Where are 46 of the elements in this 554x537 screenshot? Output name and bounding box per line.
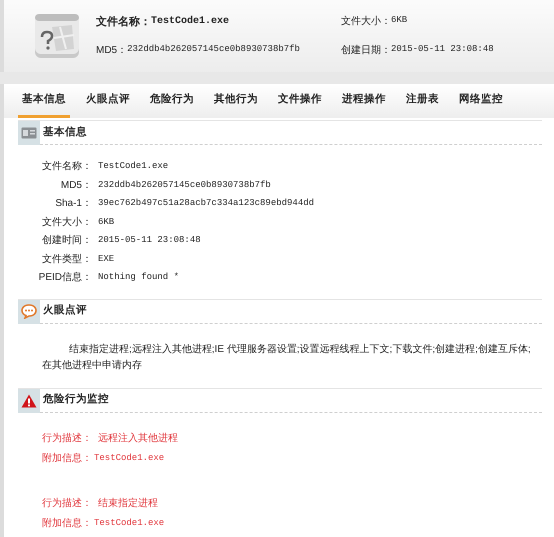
tab[interactable]: 网络监控 bbox=[455, 84, 507, 118]
tab[interactable]: 火眼点评 bbox=[82, 84, 134, 118]
behavior-description: 结束指定进程 bbox=[97, 496, 159, 510]
field-label: PEID信息： bbox=[38, 270, 92, 284]
field-label: 文件大小： bbox=[41, 216, 92, 229]
field-value: 39ec762b497c51a28acb7c334a123c89ebd944dd bbox=[98, 197, 316, 210]
field-value: 6KB bbox=[98, 216, 116, 228]
field-value: 232ddb4b262057145ce0b8930738b7fb bbox=[98, 178, 272, 192]
field-label: 文件类型： bbox=[41, 252, 92, 266]
unknown-file-icon bbox=[34, 13, 80, 59]
field-value: EXE bbox=[98, 252, 116, 266]
field-label: 创建时间： bbox=[41, 234, 92, 248]
behavior-description: 远程注入其他进程 bbox=[97, 432, 178, 446]
tab[interactable]: 文件操作 bbox=[274, 84, 326, 118]
field-label: MD5： bbox=[60, 178, 92, 192]
file-name-value: TestCode1.exe bbox=[151, 14, 230, 30]
created-date-value: 2015-05-11 23:08:48 bbox=[391, 42, 494, 56]
field-value: Nothing found * bbox=[98, 271, 180, 284]
section-title: 基本信息 bbox=[43, 124, 87, 140]
id-card-icon bbox=[21, 127, 37, 139]
section-title: 火眼点评 bbox=[43, 303, 87, 318]
comment-text: 结束指定进程;远程注入其他进程;IE 代理服务器设置;设置远程线程上下文;下载文件;创建进程;创建互斥体;在其他进程中申请内存 bbox=[41, 342, 532, 372]
extra-info-value: TestCode1.exe bbox=[94, 516, 164, 530]
section-title: 危险行为监控 bbox=[43, 392, 109, 408]
field-label: 文件名称： bbox=[41, 160, 92, 174]
tab[interactable]: 进程操作 bbox=[338, 84, 390, 118]
file-size-label: 文件大小： bbox=[341, 14, 391, 30]
extra-info-label: 附加信息： bbox=[42, 452, 93, 466]
behavior-label: 行为描述： bbox=[42, 496, 93, 510]
md5-value: 232ddb4b262057145ce0b8930738b7fb bbox=[127, 42, 300, 56]
tab[interactable]: 基本信息 bbox=[18, 84, 70, 118]
warning-icon bbox=[21, 394, 37, 408]
extra-info-label: 附加信息： bbox=[42, 516, 93, 530]
behavior-label: 行为描述： bbox=[42, 432, 93, 446]
field-label: Sha-1： bbox=[54, 197, 92, 210]
file-size-value: 6KB bbox=[391, 14, 408, 28]
extra-info-value: TestCode1.exe bbox=[94, 452, 166, 464]
file-name-label: 文件名称： bbox=[96, 14, 151, 30]
field-value: TestCode1.exe bbox=[98, 160, 170, 173]
tab[interactable]: 其他行为 bbox=[210, 84, 262, 118]
field-value: 2015-05-11 23:08:48 bbox=[98, 234, 202, 247]
md5-label: MD5： bbox=[96, 44, 128, 58]
tab[interactable]: 注册表 bbox=[402, 84, 443, 118]
tab[interactable]: 危险行为 bbox=[146, 84, 198, 118]
speech-bubble-icon bbox=[21, 304, 37, 319]
created-date-label: 创建日期： bbox=[341, 44, 391, 58]
